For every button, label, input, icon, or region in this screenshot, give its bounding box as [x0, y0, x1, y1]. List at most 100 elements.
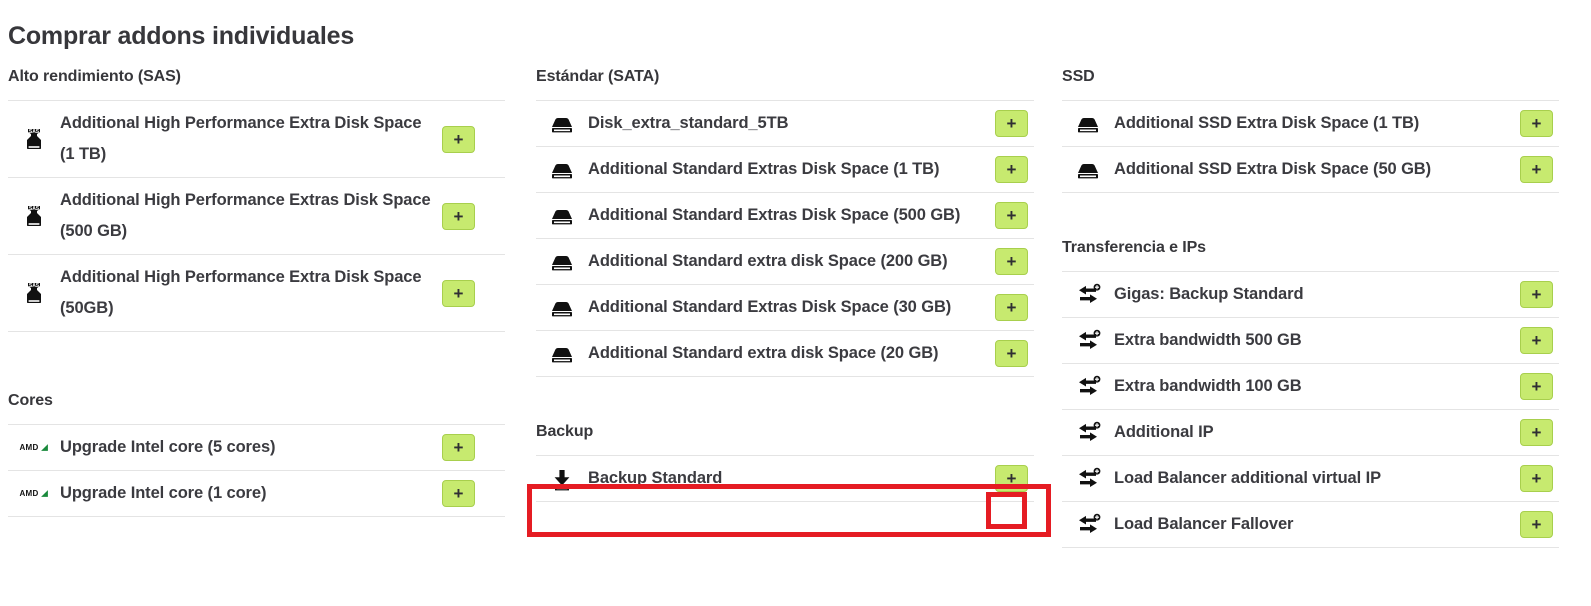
row-label: Additional High Performance Extra Disk S…	[60, 267, 422, 317]
table-row[interactable]: Additional Standard extra disk Space (20…	[536, 239, 1034, 285]
add-button[interactable]: +	[442, 480, 475, 507]
add-button[interactable]: +	[442, 434, 475, 461]
section-estandar-sata: Estándar (SATA) Disk_extra_standard_5TB …	[536, 68, 1034, 377]
table-row[interactable]: Load Balancer additional virtual IP +	[1062, 456, 1559, 502]
table-row[interactable]: SAS Additional High Performance Extra Di…	[8, 101, 505, 178]
row-label: Load Balancer Fallover	[1114, 514, 1294, 533]
row-label: Additional High Performance Extras Disk …	[60, 190, 431, 240]
row-label: Additional Standard extra disk Space (20…	[588, 343, 939, 362]
amd-logo-icon: AMD	[8, 489, 60, 498]
table-row[interactable]: Gigas: Backup Standard +	[1062, 272, 1559, 318]
add-button[interactable]: +	[1520, 156, 1553, 183]
row-label: Backup Standard	[588, 468, 723, 487]
column-left: Alto rendimiento (SAS) SAS Additional Hi…	[8, 68, 505, 517]
row-label: Disk_extra_standard_5TB	[588, 113, 789, 132]
add-button[interactable]: +	[1520, 465, 1553, 492]
add-button[interactable]: +	[995, 248, 1028, 275]
hard-disk-icon	[536, 293, 588, 323]
table-row-backup-standard[interactable]: Backup Standard +	[536, 456, 1034, 502]
table-row[interactable]: Additional SSD Extra Disk Space (1 TB) +	[1062, 101, 1559, 147]
add-button[interactable]: +	[1520, 419, 1553, 446]
table-row[interactable]: SAS Additional High Performance Extras D…	[8, 178, 505, 255]
add-button[interactable]: +	[1520, 511, 1553, 538]
table-row[interactable]: Disk_extra_standard_5TB +	[536, 101, 1034, 147]
hard-disk-icon	[1062, 109, 1114, 139]
table-row[interactable]: Additional Standard Extras Disk Space (3…	[536, 285, 1034, 331]
section-rows: Disk_extra_standard_5TB + Additional Sta…	[536, 100, 1034, 377]
row-label: Gigas: Backup Standard	[1114, 284, 1304, 303]
row-label: Additional High Performance Extra Disk S…	[60, 113, 422, 163]
row-label: Extra bandwidth 500 GB	[1114, 330, 1302, 349]
hard-disk-icon	[536, 339, 588, 369]
section-rows: Backup Standard +	[536, 455, 1034, 502]
column-middle: Estándar (SATA) Disk_extra_standard_5TB …	[536, 68, 1034, 502]
svg-text:SAS: SAS	[29, 129, 40, 135]
table-row[interactable]: SAS Additional High Performance Extra Di…	[8, 255, 505, 332]
column-right: SSD Additional SSD Extra Disk Space (1 T…	[1062, 68, 1559, 548]
hard-disk-icon	[536, 109, 588, 139]
add-button[interactable]: +	[995, 340, 1028, 367]
backup-download-icon	[536, 464, 588, 494]
row-label: Upgrade Intel core (1 core)	[60, 483, 267, 502]
add-button[interactable]: +	[1520, 327, 1553, 354]
table-row[interactable]: AMD Upgrade Intel core (1 core) +	[8, 471, 505, 517]
add-button[interactable]: +	[1520, 373, 1553, 400]
sas-disk-icon: SAS	[8, 278, 60, 308]
section-rows: AMD Upgrade Intel core (5 cores) + AMD U…	[8, 424, 505, 517]
add-button[interactable]: +	[1520, 110, 1553, 137]
table-row[interactable]: Additional Standard extra disk Space (20…	[536, 331, 1034, 377]
add-button[interactable]: +	[995, 202, 1028, 229]
add-button[interactable]: +	[1520, 281, 1553, 308]
section-transferencia-e-ips: Transferencia e IPs Gigas: Backup Standa…	[1062, 239, 1559, 548]
section-rows: Gigas: Backup Standard + Extra bandwidth…	[1062, 271, 1559, 548]
add-button[interactable]: +	[442, 202, 475, 230]
transfer-arrows-icon	[1062, 418, 1114, 448]
transfer-arrows-icon	[1062, 464, 1114, 494]
table-row[interactable]: Additional IP +	[1062, 410, 1559, 456]
hard-disk-icon	[536, 247, 588, 277]
add-button[interactable]: +	[995, 294, 1028, 321]
section-backup: Backup Backup Standard +	[536, 423, 1034, 502]
section-cores: Cores AMD Upgrade Intel core (5 cores) +	[8, 392, 505, 517]
add-button[interactable]: +	[442, 125, 475, 153]
row-label: Additional IP	[1114, 422, 1214, 441]
transfer-arrows-icon	[1062, 510, 1114, 540]
table-row[interactable]: Additional Standard Extras Disk Space (1…	[536, 147, 1034, 193]
section-heading: Backup	[536, 423, 594, 440]
hard-disk-icon	[536, 201, 588, 231]
row-label: Additional Standard Extras Disk Space (5…	[588, 205, 961, 224]
table-row[interactable]: Load Balancer Fallover +	[1062, 502, 1559, 548]
row-label: Load Balancer additional virtual IP	[1114, 468, 1381, 487]
sas-disk-icon: SAS	[8, 201, 60, 231]
table-row[interactable]: Extra bandwidth 100 GB +	[1062, 364, 1559, 410]
section-heading: Estándar (SATA)	[536, 68, 660, 85]
section-rows: SAS Additional High Performance Extra Di…	[8, 100, 505, 332]
amd-logo-icon: AMD	[8, 443, 60, 452]
table-row[interactable]: Extra bandwidth 500 GB +	[1062, 318, 1559, 364]
svg-text:SAS: SAS	[29, 283, 40, 289]
hard-disk-icon	[536, 155, 588, 185]
table-row[interactable]: Additional Standard Extras Disk Space (5…	[536, 193, 1034, 239]
sas-disk-icon: SAS	[8, 124, 60, 154]
row-label: Additional Standard extra disk Space (20…	[588, 251, 948, 270]
add-button[interactable]: +	[995, 156, 1028, 183]
addons-page: Comprar addons individuales Alto rendimi…	[0, 0, 1591, 606]
section-alto-rendimiento-sas: Alto rendimiento (SAS) SAS Additional Hi…	[8, 68, 505, 332]
page-title: Comprar addons individuales	[8, 22, 355, 50]
hard-disk-icon	[1062, 155, 1114, 185]
transfer-arrows-icon	[1062, 326, 1114, 356]
add-button[interactable]: +	[995, 465, 1028, 492]
add-button[interactable]: +	[442, 279, 475, 307]
table-row[interactable]: AMD Upgrade Intel core (5 cores) +	[8, 425, 505, 471]
section-ssd: SSD Additional SSD Extra Disk Space (1 T…	[1062, 68, 1559, 193]
transfer-arrows-icon	[1062, 280, 1114, 310]
row-label: Additional SSD Extra Disk Space (50 GB)	[1114, 159, 1432, 178]
section-heading: Cores	[8, 392, 53, 409]
add-button[interactable]: +	[995, 110, 1028, 137]
table-row[interactable]: Additional SSD Extra Disk Space (50 GB) …	[1062, 147, 1559, 193]
row-label: Additional Standard Extras Disk Space (3…	[588, 297, 952, 316]
row-label: Additional Standard Extras Disk Space (1…	[588, 159, 940, 178]
